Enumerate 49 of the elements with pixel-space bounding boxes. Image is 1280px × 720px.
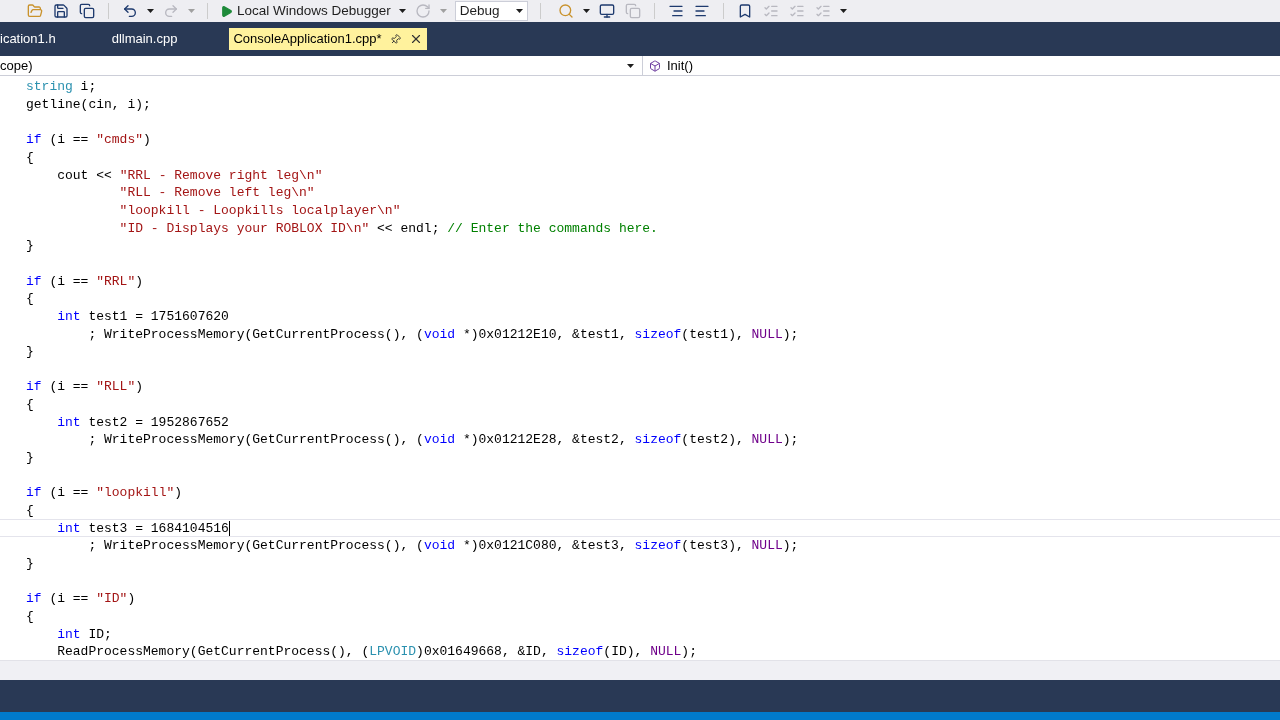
code-line: } bbox=[26, 449, 34, 467]
code-line: string i; bbox=[26, 78, 97, 96]
code-line: int test3 = 1684104516 bbox=[56, 519, 229, 537]
code-line: ReadProcessMemory(GetCurrentProcess(), (LPVOID)0x01649668, &ID, sizeof(ID), NULL); bbox=[56, 643, 697, 660]
code-line: "ID - Displays your ROBLOX ID\n" << endl; // Enter the commands here. bbox=[118, 219, 658, 237]
scope-dropdown[interactable]: cope) bbox=[0, 56, 643, 75]
save-icon[interactable] bbox=[53, 3, 69, 19]
cube-icon bbox=[649, 59, 661, 72]
code-line: if (i == "RRL") bbox=[26, 272, 144, 290]
code-line: { bbox=[26, 608, 34, 625]
outdent-icon[interactable] bbox=[693, 3, 710, 19]
code-line: if (i == "RLL") bbox=[26, 378, 144, 396]
code-line: { bbox=[26, 290, 34, 308]
code-line: if (i == "ID") bbox=[26, 590, 136, 608]
dropdown-caret-icon[interactable] bbox=[398, 9, 406, 13]
code-line: int test1 = 1751607620 bbox=[56, 307, 229, 325]
code-line: { bbox=[26, 502, 34, 520]
code-line: "loopkill - Loopkills localplayer\n" bbox=[118, 201, 401, 219]
code-line: ; WriteProcessMemory(GetCurrentProcess(), (void *)0x01212E28, &test2, sizeof(test2), NULL); bbox=[87, 431, 799, 449]
code-line: ; WriteProcessMemory(GetCurrentProcess(), (void *)0x01212E10, &test1, sizeof(test1), NULL); bbox=[87, 325, 799, 343]
member-dropdown[interactable]: Init() bbox=[643, 56, 1280, 75]
code-line: } bbox=[26, 343, 34, 361]
debugger-button[interactable]: Local Windows Debugger bbox=[216, 0, 395, 22]
play-icon bbox=[220, 4, 233, 18]
document-tab[interactable]: dllmain.cpp bbox=[107, 28, 230, 50]
dropdown-caret-icon[interactable] bbox=[627, 63, 634, 68]
text-cursor bbox=[228, 520, 230, 536]
horizontal-scrollbar[interactable] bbox=[0, 660, 1280, 680]
code-line: int ID; bbox=[56, 625, 112, 643]
code-line: getline(cin, i); bbox=[26, 96, 151, 113]
code-line: { bbox=[26, 396, 34, 414]
code-line: } bbox=[26, 237, 34, 255]
document-tab[interactable]: ication1.h bbox=[0, 28, 108, 50]
dropdown-caret-icon[interactable] bbox=[515, 9, 523, 13]
code-line: if (i == "loopkill") bbox=[26, 484, 183, 502]
dropdown-caret-icon[interactable] bbox=[582, 9, 590, 13]
indent-icon[interactable] bbox=[667, 3, 684, 19]
code-line: } bbox=[26, 555, 34, 573]
code-line: int test2 = 1952867652 bbox=[56, 413, 229, 431]
code-line: if (i == "cmds") bbox=[26, 131, 151, 149]
document-tab[interactable]: ConsoleApplication1.cpp* bbox=[229, 28, 427, 50]
undo-icon[interactable] bbox=[122, 3, 138, 19]
code-line: cout << "RRL - Remove right leg\n" bbox=[56, 166, 323, 184]
code-line: ; WriteProcessMemory(GetCurrentProcess(), (void *)0x0121C080, &test3, sizeof(test3), NULL); bbox=[87, 537, 799, 555]
configuration-dropdown[interactable]: Debug bbox=[454, 1, 528, 21]
code-line: "RLL - Remove left leg\n" bbox=[118, 184, 315, 202]
dropdown-caret-icon[interactable] bbox=[147, 9, 154, 13]
dropdown-caret-icon[interactable] bbox=[839, 9, 847, 13]
code-line: { bbox=[26, 148, 34, 166]
